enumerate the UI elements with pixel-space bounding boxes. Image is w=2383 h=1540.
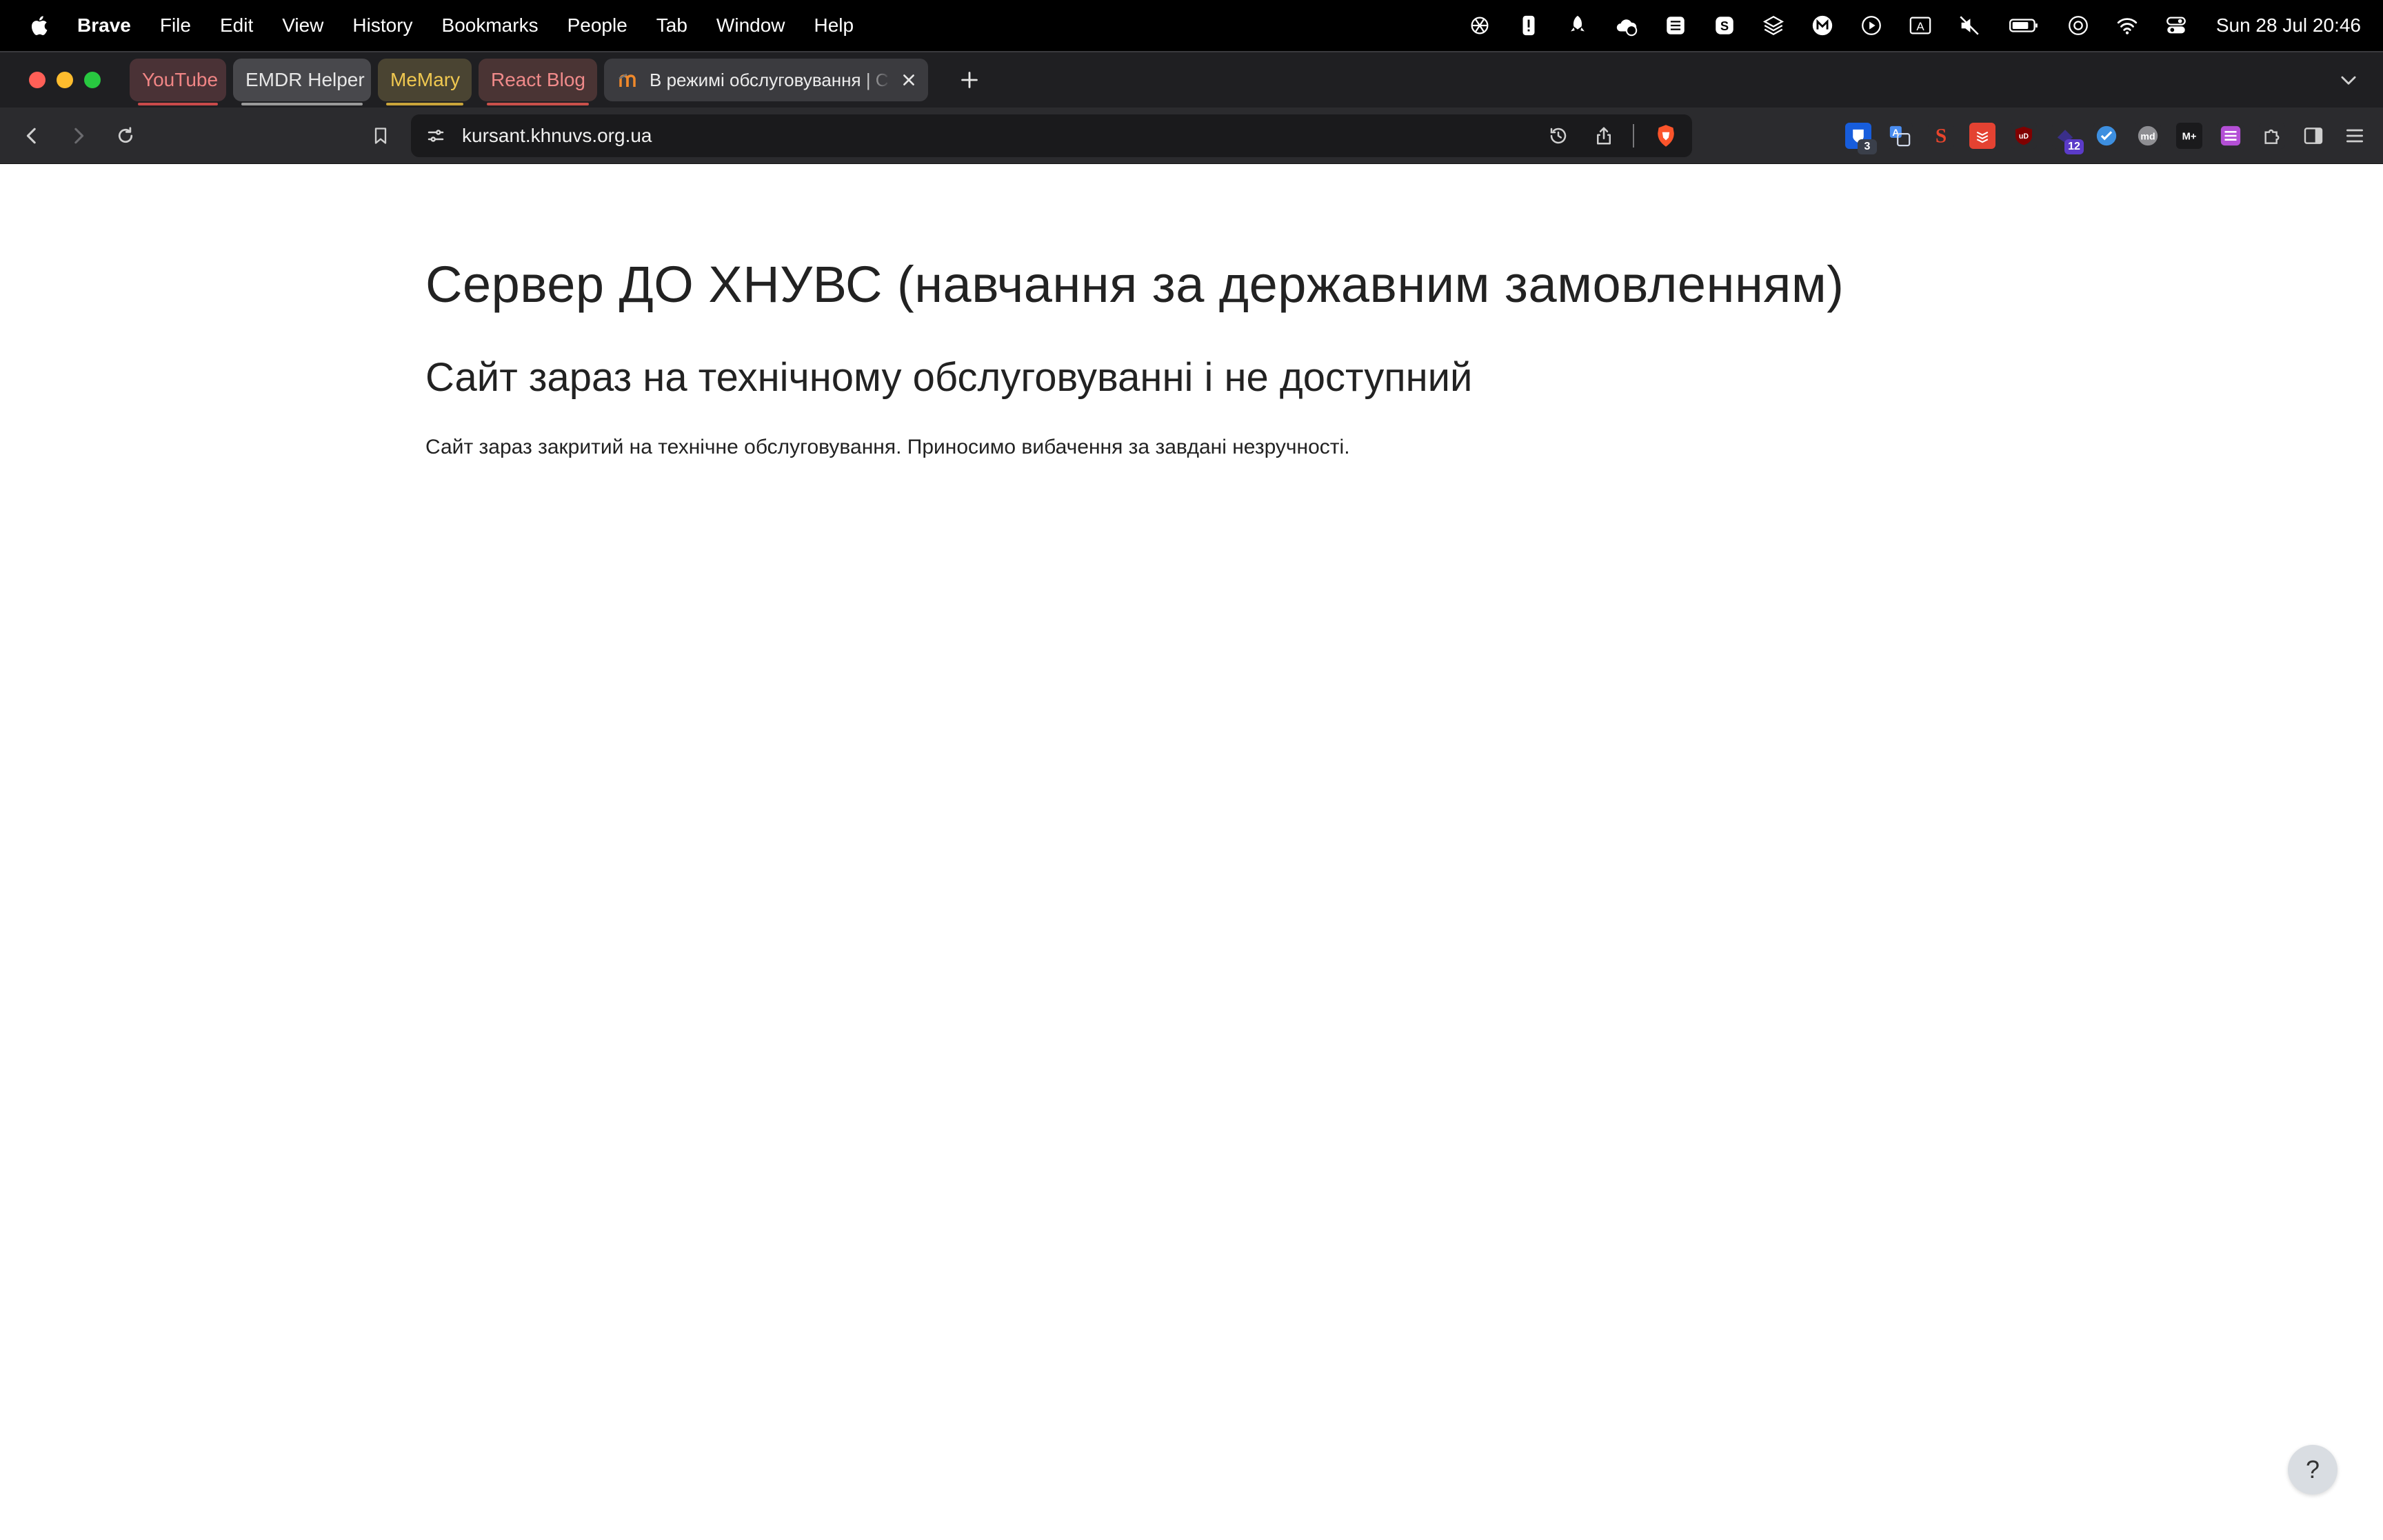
- wifi-icon[interactable]: [2115, 13, 2140, 38]
- menu-help[interactable]: Help: [814, 14, 854, 37]
- stack-icon[interactable]: [1663, 13, 1688, 38]
- menu-bookmarks[interactable]: Bookmarks: [442, 14, 539, 37]
- browser-toolbar: kursant.khnuvs.org.ua 3 A S uD 12 md M+: [0, 108, 2383, 164]
- tab-label: React Blog: [491, 69, 585, 90]
- history-icon[interactable]: [1545, 122, 1572, 150]
- menu-window[interactable]: Window: [716, 14, 785, 37]
- menu-brave[interactable]: Brave: [77, 14, 131, 37]
- menu-view[interactable]: View: [282, 14, 323, 37]
- tab-title: В режимі обслуговування | С: [650, 69, 889, 90]
- extensions-bar: 3 A S uD 12 md M+: [1845, 108, 2383, 164]
- minimize-window-button[interactable]: [57, 72, 73, 88]
- skype-icon[interactable]: S: [1712, 13, 1737, 38]
- markdown-plus-extension-icon[interactable]: M+: [2176, 123, 2202, 149]
- menu-hamburger-icon[interactable]: [2342, 123, 2368, 149]
- todoist-extension-icon[interactable]: [1969, 123, 1995, 149]
- scribe-extension-icon[interactable]: S: [1928, 123, 1954, 149]
- maintenance-heading: Сайт зараз на технічному обслуговуванні …: [425, 355, 1473, 400]
- markdown-extension-icon[interactable]: md: [2135, 123, 2161, 149]
- svg-text:S: S: [1720, 19, 1729, 33]
- url-text[interactable]: kursant.khnuvs.org.ua: [462, 125, 1527, 147]
- reload-button[interactable]: [110, 121, 141, 151]
- tab-emdr-helper[interactable]: EMDR Helper: [233, 59, 371, 105]
- site-settings-icon[interactable]: [422, 122, 450, 150]
- play-icon[interactable]: [1859, 13, 1884, 38]
- translate-extension-icon[interactable]: A: [1887, 123, 1913, 149]
- tab-label: YouTube: [142, 69, 219, 90]
- tab-label: EMDR Helper: [245, 69, 365, 90]
- back-button[interactable]: [17, 121, 47, 151]
- svg-text:S: S: [1935, 125, 1947, 147]
- tab-label: MeMary: [390, 69, 461, 90]
- target-icon[interactable]: [2066, 13, 2091, 38]
- gradient-extension-icon[interactable]: [2218, 123, 2244, 149]
- extension-badge: 12: [2064, 139, 2084, 154]
- moodle-favicon-icon: [618, 70, 640, 90]
- brave-shields-icon[interactable]: [1652, 122, 1680, 150]
- new-tab-button[interactable]: [956, 66, 983, 94]
- menu-bar: Brave File Edit View History Bookmarks P…: [0, 0, 2383, 51]
- battery-icon[interactable]: [2006, 13, 2042, 38]
- rocket-icon[interactable]: [1565, 13, 1590, 38]
- share-icon[interactable]: [1590, 122, 1618, 150]
- tab-group-indicator: [386, 103, 463, 105]
- openai-icon[interactable]: [1467, 13, 1492, 38]
- menu-tab[interactable]: Tab: [656, 14, 687, 37]
- menu-people[interactable]: People: [567, 14, 627, 37]
- tab-strip: YouTube EMDR Helper MeMary React Blog В …: [0, 51, 2383, 108]
- zoom-window-button[interactable]: [84, 72, 101, 88]
- menu-bar-clock[interactable]: Sun 28 Jul 20:46: [2216, 14, 2361, 37]
- extensions-puzzle-icon[interactable]: [2259, 123, 2285, 149]
- control-center-icon[interactable]: [2164, 13, 2189, 38]
- bitwarden-extension-icon[interactable]: 3: [1845, 123, 1877, 154]
- bookmark-icon[interactable]: [365, 121, 396, 151]
- mute-icon[interactable]: [1957, 13, 1982, 38]
- window-controls: [29, 72, 112, 88]
- keyboard-a-icon[interactable]: A: [1908, 13, 1933, 38]
- svg-text:md: md: [2140, 132, 2155, 143]
- cloud-icon[interactable]: [1614, 13, 1639, 38]
- tab-memary[interactable]: MeMary: [378, 59, 472, 105]
- m-icon[interactable]: [1810, 13, 1835, 38]
- page-title: Сервер ДО ХНУВС (навчання за державним з…: [425, 256, 1844, 313]
- exclamation-icon[interactable]: [1516, 13, 1541, 38]
- forward-button[interactable]: [63, 121, 94, 151]
- svg-text:uD: uD: [2019, 132, 2029, 141]
- svg-text:M+: M+: [2182, 131, 2197, 142]
- tab-list-chevron-down-icon[interactable]: [2335, 66, 2362, 94]
- tab-group-indicator: [241, 103, 363, 105]
- tab-active[interactable]: В режимі обслуговування | С: [604, 59, 928, 101]
- address-bar-actions: [1527, 122, 1680, 150]
- menu-file[interactable]: File: [160, 14, 191, 37]
- check-extension-icon[interactable]: [2093, 123, 2120, 149]
- address-bar[interactable]: kursant.khnuvs.org.ua: [411, 114, 1692, 157]
- tab-close-icon[interactable]: [899, 70, 918, 90]
- tab-youtube[interactable]: YouTube: [130, 59, 226, 105]
- tab-react-blog[interactable]: React Blog: [479, 59, 597, 105]
- extension-badge: 3: [1858, 139, 1877, 154]
- close-window-button[interactable]: [29, 72, 46, 88]
- menu-edit[interactable]: Edit: [220, 14, 253, 37]
- tab-group-indicator: [138, 103, 218, 105]
- status-area: S A Sun 28 Jul 20:46: [1443, 0, 2383, 51]
- purple-extension-icon[interactable]: 12: [2052, 123, 2084, 154]
- menu-history[interactable]: History: [352, 14, 412, 37]
- layers-icon[interactable]: [1761, 13, 1786, 38]
- apple-icon[interactable]: [28, 13, 50, 38]
- tab-group-indicator: [487, 103, 589, 105]
- sidebar-toggle-icon[interactable]: [2300, 123, 2326, 149]
- svg-text:A: A: [1916, 20, 1924, 33]
- divider: [1633, 124, 1634, 148]
- ublock-extension-icon[interactable]: uD: [2011, 123, 2037, 149]
- help-button[interactable]: ?: [2288, 1445, 2337, 1495]
- maintenance-message: Сайт зараз закритий на технічне обслугов…: [425, 436, 1350, 458]
- page-content: Сервер ДО ХНУВС (навчання за державним з…: [0, 164, 2383, 1540]
